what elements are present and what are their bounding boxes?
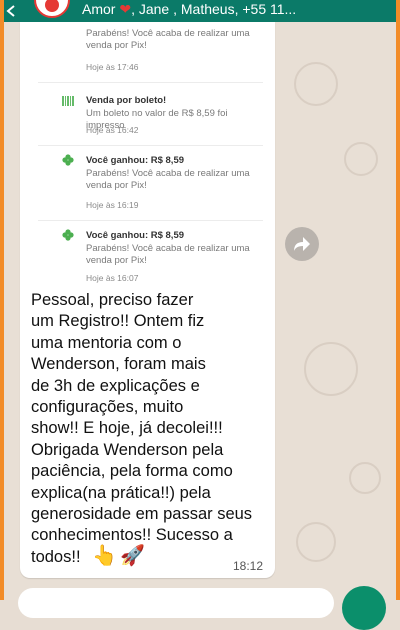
forward-button[interactable] [285,227,319,261]
notification-title: Você ganhou: R$ 8,59 [86,155,185,166]
group-avatar[interactable] [34,0,70,18]
heart-icon: ❤ [119,1,132,17]
barcode-icon [62,96,74,106]
clover-icon [62,154,74,166]
notification-body: Parabéns! Você acaba de realizar uma ven… [86,243,250,266]
back-arrow-icon [6,5,15,17]
message-input[interactable] [18,588,334,618]
frame-left-border [0,0,4,600]
send-voice-button[interactable] [342,586,386,630]
notification-card: Você ganhou: R$ 8,59 Parabéns! Você acab… [38,221,263,295]
notification-time: Hoje às 16:19 [86,200,139,210]
notification-card: Parabéns! Você acaba de realizar uma ven… [38,22,263,83]
notification-time: Hoje às 16:42 [86,125,139,135]
forward-arrow-icon [294,237,310,251]
pointing-up-emoji: 👆 [92,545,117,567]
chat-header: Amor ❤, Jane , Matheus, +55 11... [0,0,400,22]
group-title-members: , Jane , Matheus, +55 11... [131,1,297,17]
group-title-prefix: Amor [82,1,120,17]
clover-icon [62,229,74,241]
notification-time: Hoje às 16:07 [86,273,139,283]
notification-body: Parabéns! Você acaba de realizar uma ven… [86,168,250,191]
message-timestamp: 18:12 [233,559,264,573]
notification-card: Venda por boleto! Um boleto no valor de … [38,83,263,146]
frame-right-border [396,0,400,600]
notification-time: Hoje às 17:46 [86,62,139,72]
notification-card: Você ganhou: R$ 8,59 Parabéns! Você acab… [38,146,263,221]
notification-title: Você ganhou: R$ 8,59 [86,230,185,241]
rocket-emoji: 🚀 [120,545,145,567]
group-title[interactable]: Amor ❤, Jane , Matheus, +55 11... [82,1,296,18]
notification-body: Parabéns! Você acaba de realizar uma ven… [86,28,250,51]
notification-title: Venda por boleto! [86,95,167,106]
message-text: Pessoal, preciso fazer um Registro!! Ont… [31,291,253,566]
